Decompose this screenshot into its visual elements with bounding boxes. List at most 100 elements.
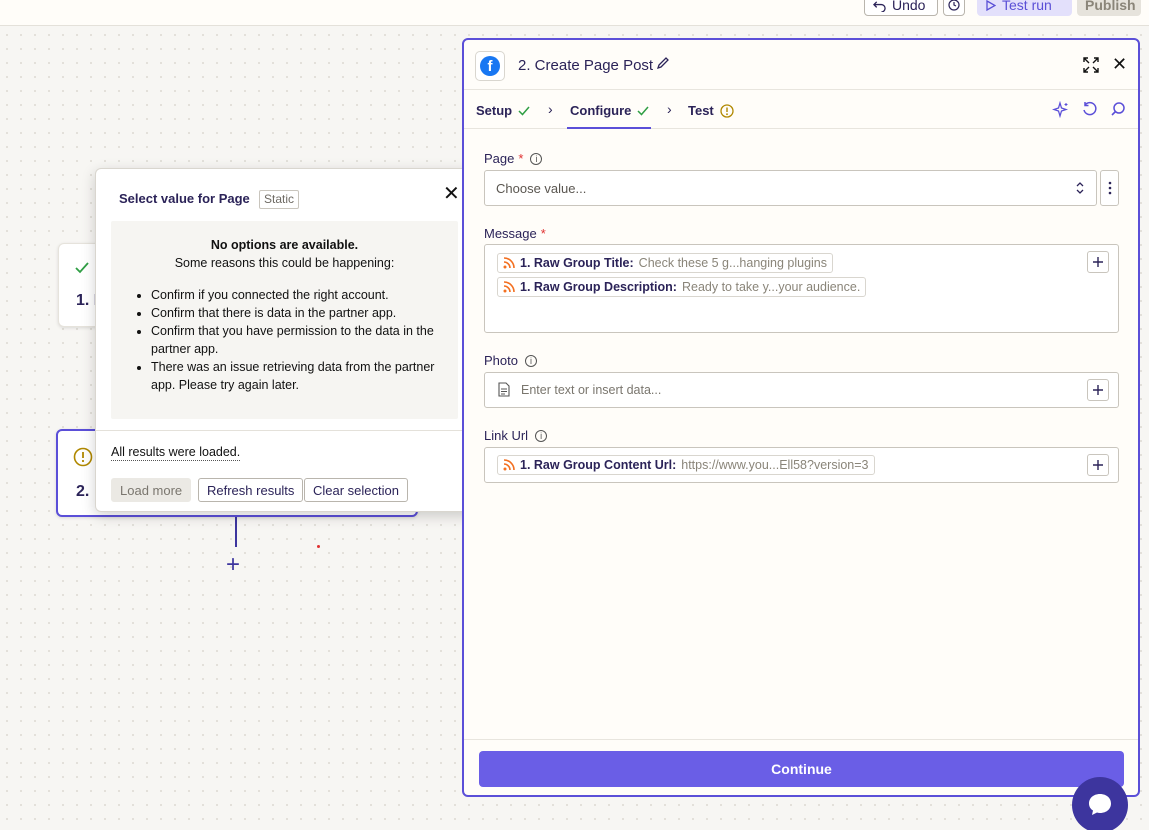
data-pill[interactable]: 1. Raw Group Title: Check these 5 g...ha… (497, 253, 833, 273)
active-tab-indicator (567, 127, 651, 129)
clear-selection-button[interactable]: Clear selection (304, 478, 408, 502)
reason-item: There was an issue retrieving data from … (151, 358, 446, 394)
pill-value: https://www.you...Ell58?version=3 (681, 458, 869, 472)
rss-icon (503, 281, 515, 293)
pill-value: Ready to take y...your audience. (681, 280, 861, 294)
add-step-button[interactable]: + (226, 553, 240, 577)
link-url-field-label: Link Url i (484, 428, 548, 443)
load-more-button[interactable]: Load more (111, 478, 192, 502)
top-bar: Undo Test run Publish (0, 0, 1149, 26)
panel-header: f 2. Create Page Post ✕ (464, 40, 1138, 90)
tab-label: Test (688, 103, 714, 118)
data-pill[interactable]: 1. Raw Group Description: Ready to take … (497, 277, 867, 297)
tab-test[interactable]: Test (688, 103, 734, 118)
updown-icon (1076, 182, 1084, 194)
no-options-subheading: Some reasons this could be happening: (174, 256, 395, 270)
photo-field-label: Photo i (484, 353, 537, 368)
chat-icon (1089, 794, 1111, 815)
message-textarea[interactable]: 1. Raw Group Title: Check these 5 g...ha… (484, 244, 1119, 333)
info-icon[interactable]: i (535, 429, 548, 442)
page-label: Page (484, 151, 515, 166)
reason-item: Confirm that there is data in the partne… (151, 304, 446, 322)
photo-label: Photo (484, 353, 518, 368)
photo-input[interactable]: Enter text or insert data... (484, 372, 1119, 408)
data-pill[interactable]: 1. Raw Group Content Url: https://www.yo… (497, 455, 875, 475)
warning-icon (720, 103, 734, 118)
plus-icon (1093, 257, 1103, 267)
pencil-icon[interactable] (656, 56, 670, 70)
tab-configure[interactable]: Configure (570, 103, 649, 118)
history-icon (948, 0, 960, 11)
required-marker: * (518, 151, 524, 166)
warning-icon (73, 447, 93, 467)
rss-icon (503, 257, 515, 269)
check-icon (518, 106, 530, 116)
check-icon (637, 106, 649, 116)
message-field-label: Message * (484, 226, 546, 241)
required-marker: * (540, 226, 546, 241)
no-options-heading: No options are available. (210, 238, 359, 252)
all-loaded-text: All results were loaded. (111, 445, 241, 461)
panel-footer: Continue (464, 739, 1138, 795)
chevron-right-icon: › (667, 101, 672, 117)
history-button[interactable] (943, 0, 965, 16)
insert-data-button[interactable] (1087, 379, 1109, 401)
refresh-icon[interactable] (1082, 101, 1098, 117)
publish-button[interactable]: Publish (1077, 0, 1141, 16)
pill-key: 1. Raw Group Description: (520, 280, 677, 294)
reasons-list: Confirm if you connected the right accou… (123, 286, 446, 394)
static-tag: Static (259, 190, 300, 209)
step-node-2-label: 2. (76, 483, 90, 500)
test-run-label: Test run (1002, 0, 1052, 13)
pill-key: 1. Raw Group Content Url: (520, 458, 677, 472)
sparkle-icon[interactable] (1052, 101, 1070, 119)
reason-item: Confirm that you have permission to the … (151, 322, 446, 358)
popover-close-button[interactable]: ✕ (443, 181, 460, 206)
info-icon[interactable]: i (530, 152, 543, 165)
undo-button[interactable]: Undo (864, 0, 938, 16)
link-url-input[interactable]: 1. Raw Group Content Url: https://www.yo… (484, 447, 1119, 483)
step-config-panel: f 2. Create Page Post ✕ Setup › Configur… (462, 38, 1140, 797)
info-icon[interactable]: i (524, 354, 537, 367)
kebab-icon (1108, 181, 1111, 195)
page-field-label: Page * i (484, 151, 543, 166)
panel-close-button[interactable]: ✕ (1112, 54, 1127, 75)
undo-label: Undo (892, 0, 926, 13)
page-more-options-button[interactable] (1100, 170, 1119, 206)
select-value-popover: Select value for Page Static ✕ No option… (95, 168, 474, 512)
chevron-right-icon: › (548, 101, 553, 117)
refresh-results-button[interactable]: Refresh results (198, 478, 304, 502)
chat-button[interactable] (1072, 777, 1128, 830)
page-select[interactable]: Choose value... (484, 170, 1097, 206)
popover-divider (96, 430, 473, 431)
tab-label: Setup (476, 103, 513, 118)
test-run-button[interactable]: Test run (977, 0, 1072, 16)
document-icon (498, 382, 510, 397)
reason-item: Confirm if you connected the right accou… (151, 286, 446, 304)
panel-title: 2. Create Page Post (518, 57, 654, 74)
connector-line (235, 517, 237, 547)
continue-button[interactable]: Continue (479, 751, 1124, 787)
rss-icon (503, 459, 515, 471)
publish-label: Publish (1085, 0, 1136, 13)
tab-label: Configure (570, 103, 632, 118)
link-url-label: Link Url (484, 428, 529, 443)
pill-value: Check these 5 g...hanging plugins (638, 256, 827, 270)
pill-key: 1. Raw Group Title: (520, 256, 634, 270)
photo-placeholder: Enter text or insert data... (521, 383, 662, 397)
plus-icon (1093, 385, 1103, 395)
message-label: Message (484, 226, 537, 241)
app-icon-box: f (475, 51, 505, 81)
undo-icon (873, 0, 886, 12)
no-options-info: No options are available. Some reasons t… (111, 221, 458, 419)
check-icon (75, 262, 89, 274)
play-icon (986, 0, 996, 11)
facebook-icon: f (480, 56, 500, 76)
page-select-placeholder: Choose value... (496, 181, 587, 196)
panel-tabs: Setup › Configure › Test (464, 91, 1138, 129)
search-icon[interactable] (1110, 101, 1126, 117)
tab-setup[interactable]: Setup (476, 103, 530, 118)
insert-data-button[interactable] (1087, 454, 1109, 476)
insert-data-button[interactable] (1087, 251, 1109, 273)
expand-icon[interactable] (1083, 57, 1099, 73)
